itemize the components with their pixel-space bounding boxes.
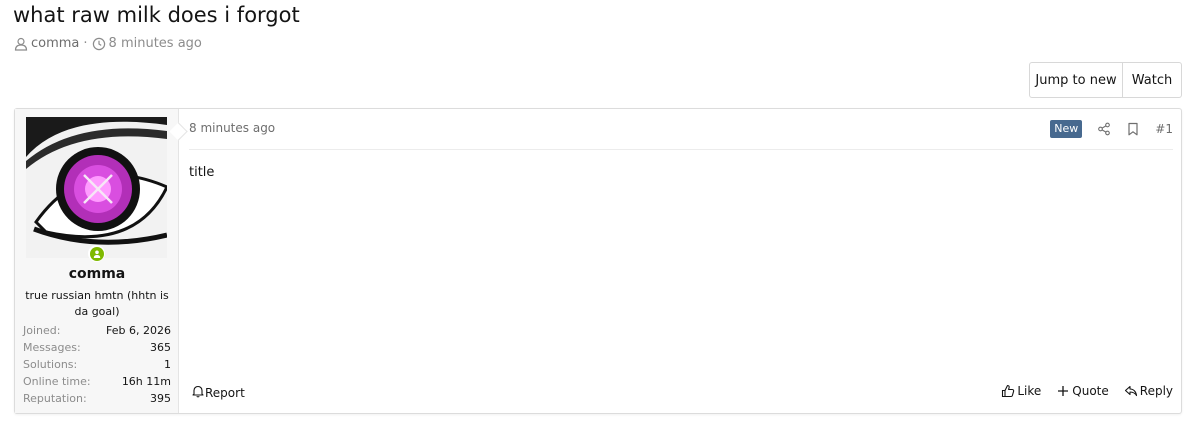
- extra-value: 395: [150, 392, 171, 405]
- report-label: Report: [205, 385, 245, 400]
- extra-row-solutions: Solutions: 1: [23, 356, 171, 373]
- extra-label: Online time:: [23, 375, 91, 388]
- reply-button[interactable]: Reply: [1124, 384, 1173, 398]
- post-number-link[interactable]: #1: [1155, 122, 1173, 136]
- post-header-divider: [189, 149, 1173, 150]
- bell-icon: [191, 384, 205, 401]
- quote-button[interactable]: Quote: [1056, 384, 1109, 398]
- report-button[interactable]: Report: [191, 384, 245, 401]
- online-status-badge: [88, 245, 105, 262]
- extra-row-messages: Messages: 365: [23, 339, 171, 356]
- extra-value: 1: [164, 358, 171, 371]
- extra-row-joined: Joined: Feb 6, 2026: [23, 322, 171, 339]
- online-user-icon: [89, 246, 104, 261]
- extra-label: Reputation:: [23, 392, 87, 405]
- quote-label: Quote: [1072, 384, 1109, 398]
- user-icon: [14, 37, 28, 51]
- share-icon[interactable]: [1097, 122, 1111, 136]
- like-button[interactable]: Like: [1001, 384, 1041, 398]
- post-date[interactable]: 8 minutes ago: [189, 121, 275, 135]
- extra-value: Feb 6, 2026: [106, 324, 171, 337]
- thread-title: what raw milk does i forgot: [13, 3, 300, 27]
- post-user-cell: comma true russian hmtn (hhtn is da goal…: [15, 109, 179, 413]
- username[interactable]: comma: [15, 266, 179, 282]
- reply-label: Reply: [1139, 384, 1173, 398]
- reply-icon: [1124, 384, 1138, 398]
- extra-row-online-time: Online time: 16h 11m: [23, 373, 171, 390]
- new-badge: New: [1050, 120, 1083, 138]
- thread-meta: comma · 8 minutes ago: [14, 36, 202, 51]
- extra-value: 16h 11m: [121, 375, 171, 388]
- post-actions: Like Quote Reply: [986, 384, 1173, 398]
- extra-label: Messages:: [23, 341, 81, 354]
- extra-label: Joined:: [23, 324, 61, 337]
- meta-separator: ·: [83, 36, 88, 51]
- like-label: Like: [1017, 384, 1042, 398]
- post-attribution-right: New #1: [1050, 119, 1173, 139]
- thumbs-up-icon: [1001, 384, 1015, 398]
- post-message: comma true russian hmtn (hhtn is da goal…: [14, 108, 1182, 414]
- user-title: true russian hmtn (hhtn is da goal): [25, 289, 169, 318]
- user-extras: Joined: Feb 6, 2026 Messages: 365 Solution…: [23, 322, 171, 407]
- plus-icon: [1056, 384, 1070, 398]
- thread-time[interactable]: 8 minutes ago: [109, 36, 202, 51]
- avatar[interactable]: [26, 117, 167, 258]
- post-main-cell: 8 minutes ago New #1 title Report Like Q…: [189, 109, 1173, 413]
- watch-button[interactable]: Watch: [1123, 63, 1181, 97]
- extra-value: 365: [150, 341, 171, 354]
- post-body: title: [189, 165, 215, 180]
- extra-row-reputation: Reputation: 395: [23, 390, 171, 407]
- thread-author-link[interactable]: comma: [31, 36, 79, 51]
- clock-icon: [92, 37, 106, 51]
- thread-button-group: Jump to new Watch: [1029, 62, 1182, 98]
- bookmark-icon[interactable]: [1126, 122, 1140, 136]
- jump-to-new-button[interactable]: Jump to new: [1030, 63, 1123, 97]
- extra-label: Solutions:: [23, 358, 78, 371]
